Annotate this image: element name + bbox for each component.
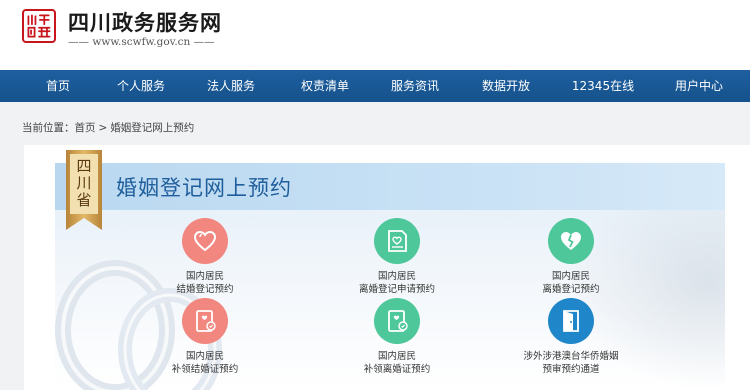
service-label: 国内居民 离婚登记申请预约 [322,271,472,296]
service-label-line1: 国内居民 [377,351,416,362]
certificate-icon [388,310,408,332]
breadcrumb: 当前位置：首页 > 婚姻登记网上预约 [22,120,194,135]
heart-icon [193,230,217,252]
sichuan-seal-logo[interactable] [22,9,56,43]
service-icon-circle [374,218,420,264]
nav-item-user-center[interactable]: 用户中心 [675,70,723,102]
service-label-line1: 国内居民 [185,351,224,362]
breadcrumb-prefix: 当前位置： [22,122,75,134]
service-label-line1: 国内居民 [185,271,224,282]
ribbon-char-3: 省 [76,191,92,209]
service-foreign-marriage-pre-review[interactable]: 涉外涉港澳台华侨婚姻 预审预约通道 [496,298,646,388]
site-url: —— www.scwfw.gov.cn —— [68,36,215,48]
service-icon-circle [548,218,594,264]
service-label: 国内居民 补领结婚证预约 [130,351,280,376]
service-label-line2: 预审预约通道 [542,363,600,375]
service-divorce-application[interactable]: 国内居民 离婚登记申请预约 [322,218,472,308]
service-label-line2: 离婚登记预约 [542,283,600,295]
nav-item-open-data[interactable]: 数据开放 [482,70,530,102]
service-label: 国内居民 离婚登记预约 [496,271,646,296]
breadcrumb-separator: > [98,122,108,134]
site-header: 四川政务服务网 —— www.scwfw.gov.cn —— [0,0,750,70]
service-label-line2: 补领离婚证预约 [363,363,431,375]
service-divorce-registration[interactable]: 国内居民 离婚登记预约 [496,218,646,308]
main-nav: 首页 个人服务 法人服务 权责清单 服务资讯 数据开放 12345在线 用户中心 [0,70,750,102]
certificate-icon [196,310,216,332]
service-label-line1: 国内居民 [377,271,416,282]
service-icon-circle [182,218,228,264]
service-reissue-divorce-certificate[interactable]: 国内居民 补领离婚证预约 [322,298,472,388]
broken-heart-icon [561,232,581,250]
service-label-line2: 离婚登记申请预约 [358,283,435,295]
service-label-line1: 国内居民 [551,271,590,282]
service-label: 涉外涉港澳台华侨婚姻 预审预约通道 [496,351,646,376]
service-label-line2: 结婚登记预约 [176,283,234,295]
document-heart-icon [388,230,407,252]
nav-item-home[interactable]: 首页 [46,70,70,102]
service-icon-circle [548,298,594,344]
nav-item-power-list[interactable]: 权责清单 [301,70,349,102]
nav-item-12345-online[interactable]: 12345在线 [572,70,634,102]
nav-item-personal-services[interactable]: 个人服务 [117,70,165,102]
breadcrumb-current: 婚姻登记网上预约 [110,122,195,134]
door-icon [563,310,579,332]
service-label: 国内居民 结婚登记预约 [130,271,280,296]
site-title[interactable]: 四川政务服务网 [68,7,222,37]
service-label-line2: 补领结婚证预约 [171,363,239,375]
seal-icon [27,14,51,38]
service-marriage-registration[interactable]: 国内居民 结婚登记预约 [130,218,280,308]
page-title: 婚姻登记网上预约 [116,176,292,200]
service-reissue-marriage-certificate[interactable]: 国内居民 补领结婚证预约 [130,298,280,388]
ribbon-char-1: 四 [76,157,92,175]
ribbon-char-2: 川 [76,174,92,192]
nav-item-legal-entity-services[interactable]: 法人服务 [207,70,255,102]
service-label: 国内居民 补领离婚证预约 [322,351,472,376]
service-icon-circle [182,298,228,344]
service-label-line1: 涉外涉港澳台华侨婚姻 [523,351,619,362]
nav-item-service-news[interactable]: 服务资讯 [391,70,439,102]
service-icon-circle [374,298,420,344]
breadcrumb-home-link[interactable]: 首页 [75,122,96,134]
ribbon-label: 四 川 省 [66,158,102,209]
